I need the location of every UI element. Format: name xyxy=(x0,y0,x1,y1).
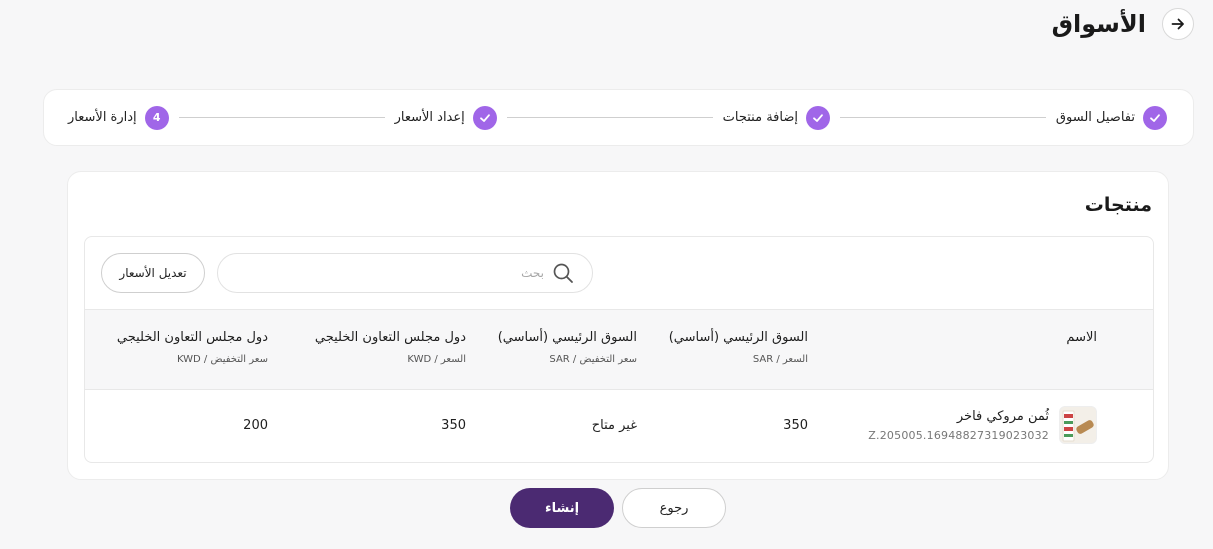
step-label: إعداد الأسعار xyxy=(394,110,465,125)
column-header-main-price: السوق الرئيسي (أساسي) السعر / SAR xyxy=(668,330,808,365)
search-box[interactable] xyxy=(217,253,593,293)
edit-prices-button[interactable]: تعديل الأسعار xyxy=(101,253,205,293)
arrow-right-icon xyxy=(1171,18,1184,30)
check-icon xyxy=(472,105,497,130)
product-sku: Z.205005.16948827319023032 xyxy=(868,428,1049,442)
products-table: تعديل الأسعار الاسم السوق الرئيسي (أساسي… xyxy=(84,236,1154,463)
column-header-gcc-discount: دول مجلس التعاون الخليجي سعر التخفيض / K… xyxy=(116,330,268,365)
search-icon xyxy=(553,263,573,283)
product-info: ثُمن مروكي فاخر Z.205005.169488273190230… xyxy=(868,409,1049,442)
step-price-setup[interactable]: إعداد الأسعار xyxy=(394,105,497,130)
gcc-price-cell: 350 xyxy=(441,418,466,433)
check-icon xyxy=(806,105,830,130)
progress-stepper: تفاصيل السوق إضافة منتجات إعداد الأسعار … xyxy=(43,89,1194,146)
product-cell: ثُمن مروكي فاخر Z.205005.169488273190230… xyxy=(868,406,1097,444)
table-row[interactable]: ثُمن مروكي فاخر Z.205005.169488273190230… xyxy=(85,390,1153,462)
step-label: إدارة الأسعار xyxy=(68,110,137,125)
step-connector xyxy=(506,117,713,118)
product-name: ثُمن مروكي فاخر xyxy=(956,408,1049,424)
page-title: الأسواق xyxy=(1051,10,1146,38)
column-header-gcc-price: دول مجلس التعاون الخليجي السعر / KWD xyxy=(314,330,466,365)
create-button[interactable]: إنشاء xyxy=(510,488,614,528)
back-button[interactable]: رجوع xyxy=(622,488,726,528)
step-number-badge: 4 xyxy=(144,105,169,130)
products-card: منتجات تعديل الأسعار الاسم السوق الرئيسي xyxy=(67,171,1169,480)
step-label: تفاصيل السوق xyxy=(1055,110,1135,125)
column-header-main-discount: السوق الرئيسي (أساسي) سعر التخفيض / SAR xyxy=(497,330,637,365)
column-header-name: الاسم xyxy=(1066,330,1097,345)
check-icon xyxy=(1143,105,1167,130)
search-input[interactable] xyxy=(244,266,544,280)
step-connector xyxy=(840,117,1046,118)
table-toolbar: تعديل الأسعار xyxy=(85,237,1153,310)
back-arrow-button[interactable] xyxy=(1162,8,1194,40)
step-add-products[interactable]: إضافة منتجات xyxy=(722,105,830,130)
card-title: منتجات xyxy=(1084,194,1152,216)
step-label: إضافة منتجات xyxy=(722,110,798,125)
step-market-details[interactable]: تفاصيل السوق xyxy=(1055,105,1167,130)
table-header: الاسم السوق الرئيسي (أساسي) السعر / SAR … xyxy=(85,310,1153,390)
market-pricing-page: الأسواق تفاصيل السوق إضافة منتجات إعداد … xyxy=(0,0,1213,549)
step-connector xyxy=(178,117,385,118)
main-price-cell: 350 xyxy=(783,418,808,433)
step-price-management[interactable]: 4 إدارة الأسعار xyxy=(68,105,169,130)
page-header: الأسواق xyxy=(1052,8,1194,40)
main-discount-cell: غير متاح xyxy=(591,418,637,433)
product-thumbnail xyxy=(1059,406,1097,444)
gcc-discount-cell: 200 xyxy=(243,418,268,433)
